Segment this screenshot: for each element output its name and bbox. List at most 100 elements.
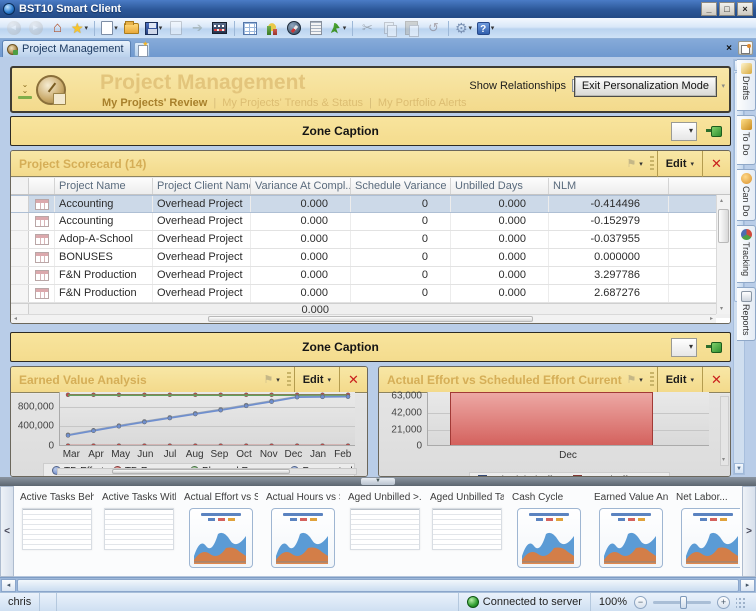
help-icon[interactable]: ?▾	[476, 20, 495, 37]
back-icon[interactable]: ◄	[4, 20, 23, 37]
table-row[interactable]: Accounting Overhead Project 0.000 0 0.00…	[11, 213, 730, 231]
drag-handle[interactable]	[650, 156, 654, 172]
table-row[interactable]: F&N Production Overhead Project 0.000 0 …	[11, 267, 730, 285]
chart-icon[interactable]	[262, 20, 281, 37]
gallery-item[interactable]: Cash Cycle	[508, 490, 590, 574]
print-preview-icon[interactable]	[166, 20, 185, 37]
home-icon[interactable]: ⌂	[48, 20, 67, 37]
tab-project-management[interactable]: Project Management	[2, 40, 131, 57]
scrollbar-thumb[interactable]	[17, 579, 739, 592]
zoom-out-button[interactable]: −	[634, 596, 647, 609]
auto-hide-icon[interactable]	[738, 41, 753, 55]
close-button[interactable]: ×	[737, 2, 753, 16]
maximize-button[interactable]: □	[719, 2, 735, 16]
col-project-name[interactable]: Project Name	[55, 178, 153, 194]
film-strip-icon[interactable]	[210, 20, 229, 37]
banner-chevron-down-icon[interactable]: ▾	[721, 82, 725, 90]
row-selector[interactable]	[11, 285, 29, 302]
table-vertical-scrollbar[interactable]: ▴ ▾	[716, 195, 730, 314]
favorites-icon[interactable]: ★▾	[70, 20, 89, 37]
col-schedule-variance[interactable]: Schedule Variance	[351, 178, 451, 194]
send-forward-icon[interactable]: ➔	[188, 20, 207, 37]
drag-handle[interactable]	[287, 372, 291, 388]
exit-personalization-button[interactable]: Exit Personalization Mode	[574, 76, 717, 97]
cut-icon[interactable]: ✂	[358, 20, 377, 37]
col-nlm[interactable]: NLM	[549, 178, 669, 194]
zone-dropdown[interactable]	[671, 338, 697, 357]
row-selector[interactable]	[11, 267, 29, 284]
chart-horizontal-scrollbar[interactable]	[57, 468, 357, 475]
compass-icon[interactable]	[284, 20, 303, 37]
gallery-item[interactable]: Earned Value Ana...	[590, 490, 672, 574]
actual-effort-close-icon[interactable]: ✕	[702, 367, 730, 393]
save-icon[interactable]: ▾	[144, 20, 163, 37]
splitter-collapse-button[interactable]: ▼	[361, 478, 395, 485]
notes-icon[interactable]	[306, 20, 325, 37]
row-selector[interactable]	[11, 196, 29, 212]
gallery-item[interactable]: Actual Hours vs S...	[262, 490, 344, 574]
grid-view-icon[interactable]	[240, 20, 259, 37]
new-tab-button[interactable]	[134, 42, 150, 57]
gallery-item[interactable]: Net Labor...	[672, 490, 740, 574]
col-variance[interactable]: Variance At Compl...	[251, 178, 351, 194]
actual-effort-edit-button[interactable]: Edit▾	[657, 367, 702, 393]
gallery-item[interactable]: Aged Unbilled >...	[344, 490, 426, 574]
gallery-scroll-right-button[interactable]: >	[742, 486, 756, 577]
copy-icon[interactable]	[380, 20, 399, 37]
table-row[interactable]: Accounting Overhead Project 0.000 0 0.00…	[11, 195, 730, 213]
scrollbar-thumb[interactable]	[112, 469, 291, 474]
gallery-scroll-left-button[interactable]: <	[0, 486, 14, 577]
nav-trends-status[interactable]: My Projects' Trends & Status	[222, 97, 363, 109]
close-document-icon[interactable]: ×	[726, 43, 732, 54]
gallery-item[interactable]: Active Tasks With...	[98, 490, 180, 574]
undo-icon[interactable]: ↺	[424, 20, 443, 37]
dock-tab-to-do[interactable]: To Do	[737, 115, 756, 165]
minimize-button[interactable]: _	[701, 2, 717, 16]
col-unbilled-days[interactable]: Unbilled Days	[451, 178, 549, 194]
earned-value-edit-button[interactable]: Edit▾	[294, 367, 339, 393]
row-selector[interactable]	[11, 249, 29, 266]
zoom-slider-thumb[interactable]	[680, 596, 687, 609]
table-row[interactable]: BONUSES Overhead Project 0.000 0 0.000 0…	[11, 249, 730, 267]
run-icon[interactable]: ▾	[328, 20, 347, 37]
flag-icon[interactable]: ⚑ ▾	[626, 373, 642, 386]
zoom-in-button[interactable]: +	[717, 596, 730, 609]
forward-icon[interactable]: ►	[26, 20, 45, 37]
new-document-icon[interactable]: ▾	[100, 20, 119, 37]
dock-tab-reports[interactable]: Reports	[737, 287, 756, 341]
scorecard-close-icon[interactable]: ✕	[702, 151, 730, 177]
collapse-chevron-icon[interactable]: ⌄⌄	[18, 82, 32, 99]
horizontal-splitter[interactable]: ▼	[0, 477, 756, 486]
scorecard-edit-button[interactable]: Edit▾	[657, 151, 702, 177]
row-selector[interactable]	[11, 213, 29, 230]
nav-portfolio-alerts[interactable]: My Portfolio Alerts	[378, 97, 467, 109]
drag-handle[interactable]	[650, 372, 654, 388]
table-row[interactable]: Adop-A-School Overhead Project 0.000 0 0…	[11, 231, 730, 249]
earned-value-close-icon[interactable]: ✕	[339, 367, 367, 393]
table-row[interactable]: F&N Production Overhead Project 0.000 0 …	[11, 285, 730, 303]
settings-gear-icon[interactable]: ⚙▾	[454, 20, 473, 37]
dock-tab-drafts[interactable]: Drafts	[737, 59, 756, 111]
zone-dropdown[interactable]	[671, 122, 697, 141]
col-client-name[interactable]: Project Client Name	[153, 178, 251, 194]
gallery-item[interactable]: Actual Effort vs Sc...	[180, 490, 262, 574]
main-horizontal-scrollbar[interactable]: ◂ ▸	[0, 577, 756, 592]
nav-my-projects-review[interactable]: My Projects' Review	[102, 97, 207, 109]
gallery-item[interactable]: Aged Unbilled Ta...	[426, 490, 508, 574]
pin-icon[interactable]	[706, 125, 722, 137]
dock-tab-tracking[interactable]: Tracking	[737, 225, 756, 283]
resize-grip[interactable]	[736, 596, 746, 609]
chart-vertical-scrollbar[interactable]: ▾	[720, 396, 729, 466]
zoom-slider[interactable]	[653, 601, 711, 604]
open-folder-icon[interactable]	[122, 20, 141, 37]
paste-icon[interactable]	[402, 20, 421, 37]
dock-tab-can-do[interactable]: Can Do	[737, 169, 756, 221]
scrollbar-thumb[interactable]	[718, 209, 729, 243]
flag-icon[interactable]: ⚑ ▾	[626, 157, 642, 170]
table-horizontal-scrollbar[interactable]: ◂ ▸	[11, 314, 716, 323]
scrollbar-thumb[interactable]	[208, 316, 532, 322]
row-selector[interactable]	[11, 231, 29, 248]
flag-icon[interactable]: ⚑ ▾	[263, 373, 279, 386]
gallery-item[interactable]: Active Tasks Behi...	[16, 490, 98, 574]
pin-icon[interactable]	[706, 341, 722, 353]
